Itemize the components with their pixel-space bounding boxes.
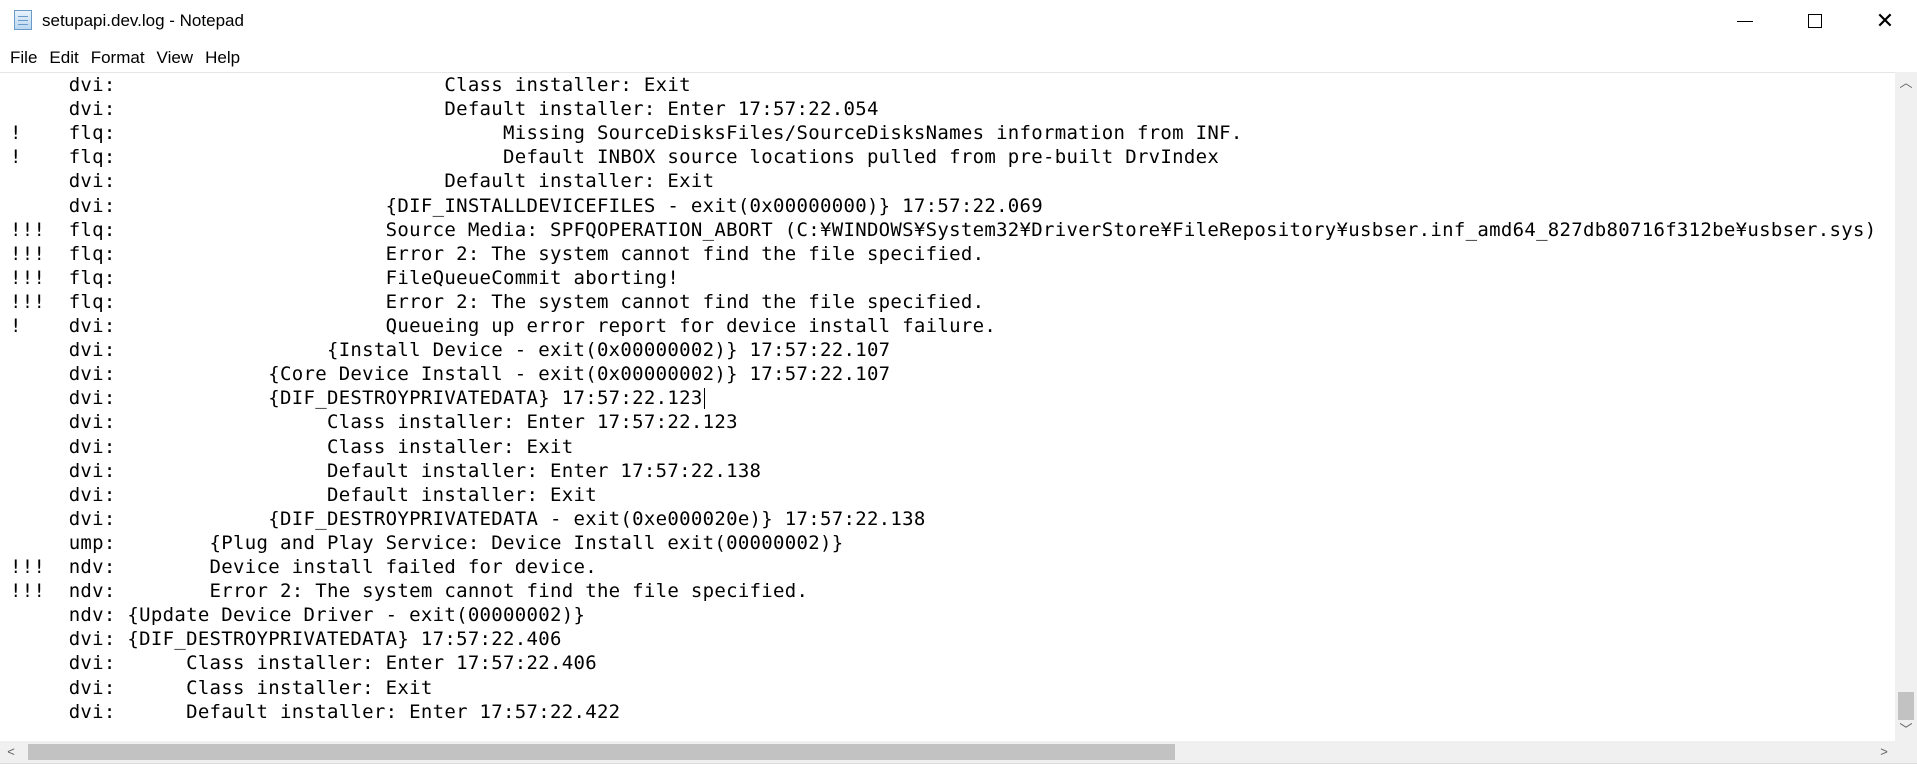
text-editor-area[interactable]: dvi: Class installer: Exit dvi: Default …	[0, 72, 1895, 741]
log-line: dvi: Default installer: Enter 17:57:22.0…	[10, 98, 879, 121]
log-line: dvi: {Core Device Install - exit(0x00000…	[10, 363, 891, 386]
log-line: !!! flq: Source Media: SPFQOPERATION_ABO…	[10, 218, 1877, 241]
log-line: !!! ndv: Error 2: The system cannot find…	[10, 580, 809, 603]
log-line: dvi: Class installer: Enter 17:57:22.123	[10, 411, 738, 434]
log-line: ! flq: Default INBOX source locations pu…	[10, 146, 1220, 169]
menu-format[interactable]: Format	[85, 45, 151, 71]
menu-view[interactable]: View	[151, 45, 200, 71]
log-line: dvi: {DIF_DESTROYPRIVATEDATA} 17:57:22.1…	[10, 387, 703, 410]
close-icon: ✕	[1875, 8, 1895, 33]
log-line: dvi: Class installer: Exit	[10, 74, 691, 96]
menu-file[interactable]: File	[4, 45, 43, 71]
log-line: !!! ndv: Device install failed for devic…	[10, 556, 597, 578]
horizontal-scrollbar[interactable]: < >	[0, 741, 1895, 763]
log-line: dvi: Class installer: Exit	[10, 676, 433, 699]
text-caret	[703, 388, 705, 410]
scrollbar-corner	[1895, 741, 1917, 763]
notepad-icon	[14, 10, 32, 30]
log-line: ! flq: Missing SourceDisksFiles/SourceDi…	[10, 122, 1243, 145]
chevron-left-icon[interactable]: <	[0, 741, 22, 763]
log-line: dvi: Default installer: Exit	[10, 483, 597, 506]
log-line: dvi: Class installer: Exit	[10, 435, 574, 458]
log-line: !!! flq: Error 2: The system cannot find…	[10, 290, 985, 313]
log-line: dvi: Default installer: Enter 17:57:22.1…	[10, 459, 762, 482]
horizontal-scroll-thumb[interactable]	[28, 744, 1175, 760]
chevron-right-icon[interactable]: >	[1873, 741, 1895, 763]
chevron-down-icon[interactable]: ﹀	[1895, 719, 1917, 741]
maximize-icon	[1808, 14, 1822, 28]
vertical-scrollbar[interactable]: ︿ ﹀	[1895, 72, 1917, 741]
log-line: ! dvi: Queueing up error report for devi…	[10, 315, 997, 337]
log-line: ndv: {Update Device Driver - exit(000000…	[10, 604, 586, 627]
close-button[interactable]: ✕	[1850, 0, 1917, 42]
window-title: setupapi.dev.log - Notepad	[42, 11, 244, 30]
log-line: dvi: Class installer: Enter 17:57:22.406	[10, 652, 597, 675]
log-line: dvi: Default installer: Exit	[10, 170, 715, 193]
menu-bar: File Edit Format View Help	[0, 44, 1917, 72]
log-line: dvi: {DIF_DESTROYPRIVATEDATA} 17:57:22.4…	[10, 628, 562, 651]
maximize-button[interactable]	[1780, 0, 1850, 42]
minimize-icon	[1737, 20, 1753, 22]
title-bar: setupapi.dev.log - Notepad ✕	[0, 0, 1917, 42]
chevron-up-icon[interactable]: ︿	[1895, 72, 1917, 94]
log-line: !!! flq: Error 2: The system cannot find…	[10, 242, 985, 265]
log-line: !!! flq: FileQueueCommit aborting!	[10, 266, 680, 289]
menu-help[interactable]: Help	[199, 45, 246, 71]
log-line: dvi: Default installer: Enter 17:57:22.4…	[10, 700, 621, 723]
menu-edit[interactable]: Edit	[43, 45, 84, 71]
minimize-button[interactable]	[1710, 0, 1780, 42]
log-line: dvi: {DIF_INSTALLDEVICEFILES - exit(0x00…	[10, 194, 1044, 217]
log-line: ump: {Plug and Play Service: Device Inst…	[10, 531, 844, 554]
log-line: dvi: {Install Device - exit(0x00000002)}…	[10, 339, 891, 362]
log-line: dvi: {DIF_DESTROYPRIVATEDATA - exit(0xe0…	[10, 507, 926, 530]
vertical-scroll-thumb[interactable]	[1898, 692, 1914, 720]
